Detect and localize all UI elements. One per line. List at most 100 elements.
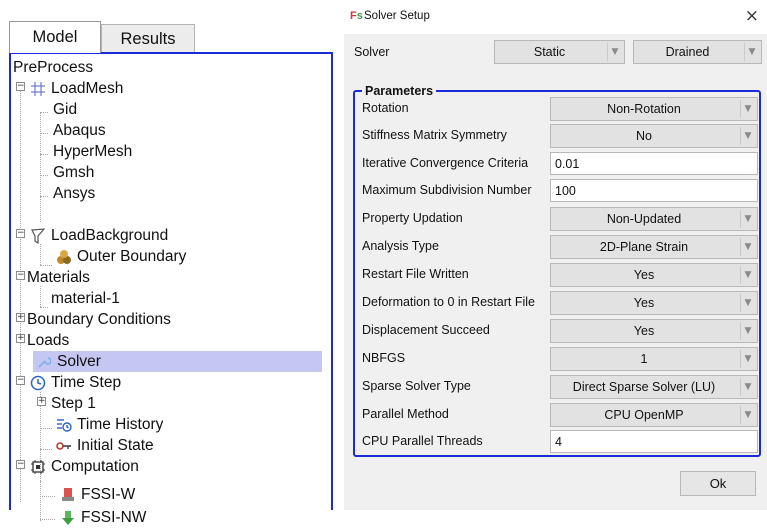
ok-button[interactable]: Ok [680, 471, 756, 496]
tree-guide-line [40, 307, 48, 308]
parallel-method-dropdown[interactable]: CPU OpenMP ▼ [550, 403, 758, 427]
close-button[interactable]: × [745, 6, 759, 26]
solver-type-value: Static [533, 45, 566, 59]
tree-item-time-step[interactable]: Time Step [29, 372, 121, 393]
restart-file-written-value: Yes [633, 268, 655, 282]
tree-guide-line [40, 175, 48, 176]
tree-item-solver[interactable]: Solver [33, 351, 322, 372]
nbfgs-value: 1 [640, 352, 648, 366]
convergence-criteria-label: Iterative Convergence Criteria [362, 156, 529, 170]
tree-item-label: HyperMesh [53, 142, 133, 160]
sparse-solver-type-label: Sparse Solver Type [362, 379, 471, 393]
tree-item-loads[interactable]: Loads [27, 330, 69, 351]
chevron-down-icon: ▼ [740, 294, 755, 312]
tree-guide-line [40, 112, 41, 222]
app-logo-icon: Fs [350, 10, 363, 22]
solver-label: Solver [354, 45, 390, 59]
tree-guide-line [40, 265, 52, 266]
deformation-restart-dropdown[interactable]: Yes ▼ [550, 291, 758, 315]
tree-item-label: Time Step [51, 373, 122, 391]
analysis-type-dropdown[interactable]: 2D-Plane Strain ▼ [550, 235, 758, 259]
tree-guide-line [40, 244, 41, 265]
restart-file-written-dropdown[interactable]: Yes ▼ [550, 263, 758, 287]
chevron-down-icon: ▼ [740, 266, 755, 284]
tree-item-time-history[interactable]: Time History [55, 414, 163, 435]
boundary-icon [55, 248, 72, 265]
collapse-toggle[interactable]: − [16, 460, 25, 469]
tree-item-gid[interactable]: Gid [53, 99, 77, 120]
tree-item-materials[interactable]: Materials [27, 267, 90, 288]
tree-item-label: Ansys [53, 184, 96, 202]
rotation-value: Non-Rotation [607, 102, 681, 116]
chevron-down-icon: ▼ [744, 43, 759, 61]
tree-item-loadbackground[interactable]: LoadBackground [29, 225, 168, 246]
chevron-down-icon: ▼ [607, 43, 622, 61]
tree-item-abaqus[interactable]: Abaqus [53, 120, 106, 141]
cpu-threads-label: CPU Parallel Threads [362, 434, 483, 448]
tab-results[interactable]: Results [101, 24, 195, 53]
chevron-down-icon: ▼ [740, 210, 755, 228]
tree-item-loadmesh[interactable]: LoadMesh [29, 78, 123, 99]
collapse-toggle[interactable]: − [16, 376, 25, 385]
solver-setup-dialog: Fs Solver Setup × Solver Static ▼ Draine… [344, 0, 767, 510]
solver-type-dropdown[interactable]: Static ▼ [494, 40, 625, 64]
nbfgs-dropdown[interactable]: 1 ▼ [550, 347, 758, 371]
dialog-titlebar[interactable]: Fs Solver Setup × [344, 0, 767, 34]
expand-toggle[interactable]: + [16, 313, 25, 322]
tree-item-label: Outer Boundary [77, 247, 187, 265]
chevron-down-icon: ▼ [740, 406, 755, 424]
tree-item-ansys[interactable]: Ansys [53, 183, 95, 204]
tree-root-preprocess[interactable]: PreProcess [13, 57, 93, 78]
property-updation-dropdown[interactable]: Non-Updated ▼ [550, 207, 758, 231]
tree-item-step-1[interactable]: Step 1 [51, 393, 96, 414]
tree-item-initial-state[interactable]: Initial State [55, 435, 154, 456]
model-tree: PreProcess − LoadMesh Gid Abaqus HyperMe… [9, 52, 333, 526]
tree-item-label: Solver [57, 352, 101, 370]
chevron-down-icon: ▼ [740, 100, 755, 118]
parameters-group: Parameters Rotation Non-Rotation ▼ Stiff… [353, 84, 761, 457]
grid-icon [29, 80, 46, 97]
expand-toggle[interactable]: + [16, 334, 25, 343]
collapse-toggle[interactable]: − [16, 82, 25, 91]
collapse-toggle[interactable]: − [16, 229, 25, 238]
dialog-title: Solver Setup [364, 10, 430, 22]
tree-item-label: material-1 [51, 289, 120, 307]
cpu-threads-input[interactable]: 4 [550, 430, 758, 453]
displacement-succeed-dropdown[interactable]: Yes ▼ [550, 319, 758, 343]
tree-item-label: Step 1 [51, 394, 96, 412]
stiffness-symmetry-dropdown[interactable]: No ▼ [550, 124, 758, 148]
max-subdivision-input[interactable]: 100 [550, 179, 758, 202]
stiffness-symmetry-label: Stiffness Matrix Symmetry [362, 128, 507, 142]
chevron-down-icon: ▼ [740, 238, 755, 256]
tree-guide-line [40, 196, 48, 197]
tree-item-material-1[interactable]: material-1 [51, 288, 120, 309]
tree-guide-line [40, 496, 55, 497]
tree-item-outer-boundary[interactable]: Outer Boundary [55, 246, 186, 267]
tree-item-label: Loads [27, 331, 70, 349]
tree-item-computation[interactable]: Computation [29, 456, 139, 477]
time-history-icon [55, 416, 72, 433]
chevron-down-icon: ▼ [740, 350, 755, 368]
collapse-toggle[interactable]: − [16, 271, 25, 280]
max-subdivision-label: Maximum Subdivision Number [362, 183, 532, 197]
tree-item-fssi-nw[interactable]: FSSI-NW [59, 507, 146, 528]
tree-guide-line [40, 449, 52, 450]
chevron-down-icon: ▼ [740, 322, 755, 340]
tree-item-label: Gid [53, 100, 78, 118]
tree-item-boundary-conditions[interactable]: Boundary Conditions [27, 309, 171, 330]
tree-item-gmsh[interactable]: Gmsh [53, 162, 94, 183]
tree-item-fssi-w[interactable]: FSSI-W [59, 484, 135, 505]
tree-item-hypermesh[interactable]: HyperMesh [53, 141, 132, 162]
tree-guide-line [20, 82, 21, 502]
tree-item-label: Materials [27, 268, 90, 286]
convergence-criteria-input[interactable]: 0.01 [550, 152, 758, 175]
rotation-dropdown[interactable]: Non-Rotation ▼ [550, 97, 758, 121]
expand-toggle[interactable]: + [37, 397, 46, 406]
drainage-dropdown[interactable]: Drained ▼ [633, 40, 762, 64]
tree-item-label: Time History [77, 415, 164, 433]
app-logo-letter-f: F [350, 10, 357, 22]
tab-model[interactable]: Model [9, 21, 101, 53]
sparse-solver-type-dropdown[interactable]: Direct Sparse Solver (LU) ▼ [550, 375, 758, 399]
analysis-type-label: Analysis Type [362, 239, 439, 253]
tree-item-label: Abaqus [53, 121, 106, 139]
